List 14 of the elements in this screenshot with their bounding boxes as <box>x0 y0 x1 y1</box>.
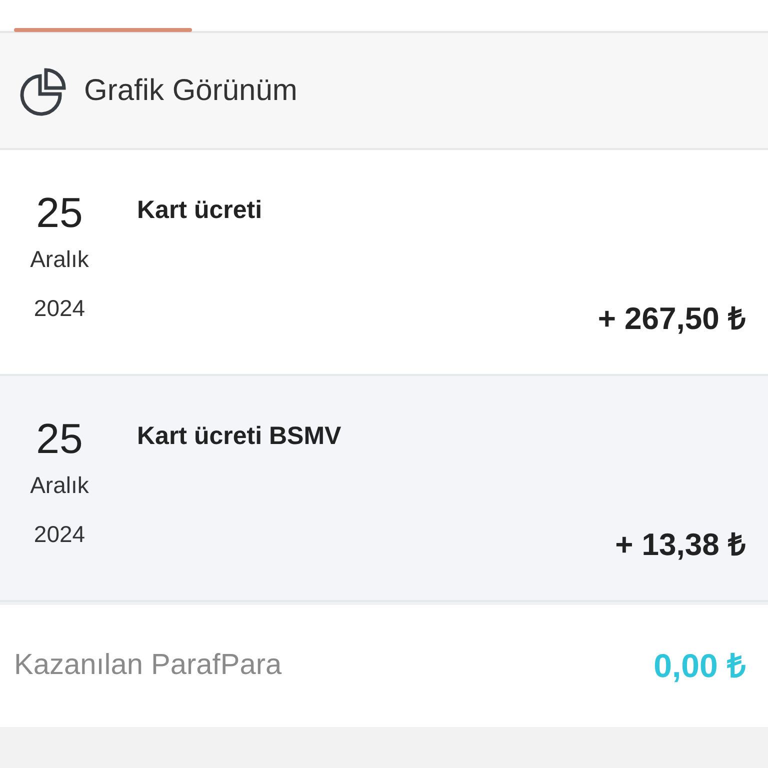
date-month: Aralık <box>29 245 90 274</box>
earned-points-amount: 0,00 ₺ <box>654 646 746 686</box>
date-day: 25 <box>22 190 97 236</box>
date-day: 25 <box>22 416 97 462</box>
earned-points-label: Kazanılan ParafPara <box>14 648 282 684</box>
transaction-description: Kart ücreti BSMV <box>137 421 342 452</box>
pie-chart-icon <box>18 66 68 116</box>
transaction-description: Kart ücreti <box>137 195 264 226</box>
date-year: 2024 <box>32 520 86 549</box>
transaction-amount: + 13,38 ₺ <box>615 526 746 564</box>
date-year: 2024 <box>32 294 86 323</box>
date-month: Aralık <box>29 471 90 500</box>
transaction-amount: + 267,50 ₺ <box>598 300 746 338</box>
section-title[interactable]: Grafik Görünüm <box>84 68 298 113</box>
